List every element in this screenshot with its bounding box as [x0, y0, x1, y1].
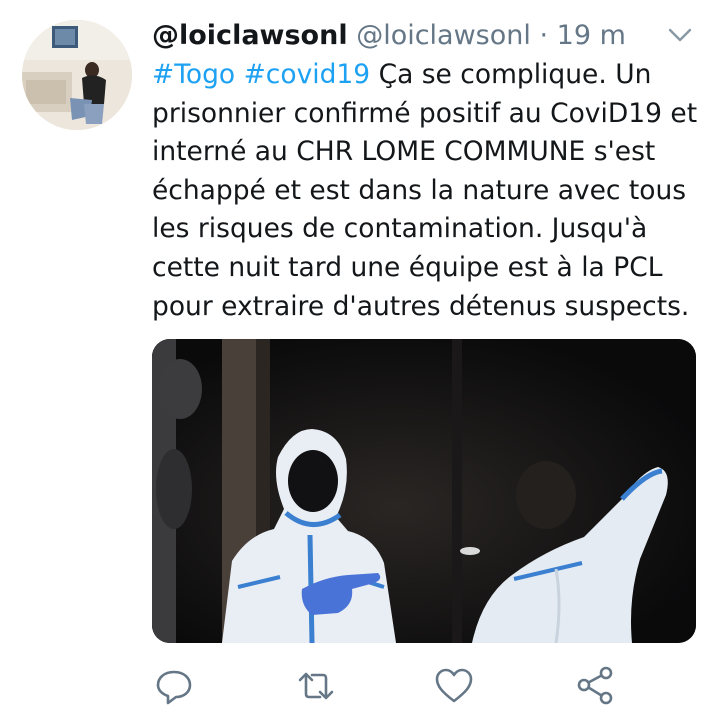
tweet-line-2: prisonnier confirmé positif au CoviD19 e… [152, 97, 698, 129]
tweet-line-5: les risques de contamination. Jusqu'à [152, 213, 648, 245]
user-handle[interactable]: @loiclawsonl [356, 20, 531, 51]
heart-icon[interactable] [432, 664, 476, 708]
retweet-icon[interactable] [294, 664, 338, 708]
share-icon[interactable] [574, 664, 618, 708]
tweet-text: #Togo #covid19 Ça se complique. Un priso… [152, 56, 700, 326]
tweet-actions [152, 664, 700, 708]
tweet-line-3: interné au CHR LOME COMMUNE s'est [152, 136, 656, 168]
tweet-line-4: échappé et est dans la nature avec tous [152, 174, 687, 206]
tweet-time[interactable]: 19 m [557, 20, 626, 51]
display-name[interactable]: @loiclawsonl [152, 20, 348, 51]
avatar-photo [22, 20, 132, 130]
hashtag-covid19[interactable]: #covid19 [244, 59, 371, 90]
tweet-line-7: pour extraire d'autres détenus suspects. [152, 290, 690, 322]
separator-dot: · [539, 20, 549, 51]
avatar[interactable] [22, 20, 132, 130]
hashtag-togo[interactable]: #Togo [152, 59, 235, 90]
chevron-down-icon[interactable] [666, 24, 694, 46]
tweet-media-photo[interactable] [152, 339, 696, 643]
tweet-line-6: cette nuit tard une équipe est à la PCL [152, 251, 663, 283]
tweet-header: @loiclawsonl @loiclawsonl · 19 m [152, 16, 692, 56]
tweet-line-1-text: Ça se complique. Un [370, 59, 652, 90]
reply-icon[interactable] [152, 664, 196, 708]
tweet-line-1: #Togo #covid19 Ça se complique. Un [152, 56, 700, 95]
